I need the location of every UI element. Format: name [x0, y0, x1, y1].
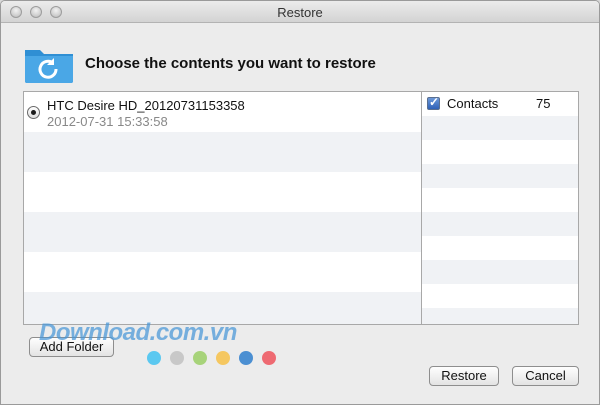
page-title: Choose the contents you want to restore — [85, 55, 376, 72]
contacts-label: Contacts — [447, 96, 499, 111]
contacts-count: 75 — [536, 96, 551, 111]
watermark-dot — [239, 351, 253, 365]
backup-name: HTC Desire HD_20120731153358 — [47, 98, 245, 113]
watermark-dot — [262, 351, 276, 365]
cancel-button[interactable]: Cancel — [512, 366, 579, 386]
folder-restore-icon — [25, 50, 73, 83]
restore-button[interactable]: Restore — [429, 366, 499, 386]
watermark-dot — [216, 351, 230, 365]
contacts-checkbox[interactable] — [427, 95, 440, 110]
restore-window: Restore Choose the contents you want to … — [0, 0, 600, 405]
window-title: Restore — [277, 5, 323, 20]
contents-list[interactable]: Contacts 75 — [421, 91, 579, 325]
list-item[interactable]: Contacts 75 — [422, 92, 578, 116]
watermark-logo: Download.com.vn — [39, 319, 237, 346]
backup-date: 2012-07-31 15:33:58 — [47, 114, 168, 129]
watermark-dot — [193, 351, 207, 365]
backup-list[interactable]: HTC Desire HD_20120731153358 2012-07-31 … — [23, 91, 422, 325]
watermark-dot — [147, 351, 161, 365]
watermark-dot — [170, 351, 184, 365]
list-item[interactable]: HTC Desire HD_20120731153358 2012-07-31 … — [24, 92, 421, 132]
title-bar[interactable]: Restore — [1, 1, 599, 23]
backup-radio[interactable] — [27, 106, 40, 119]
